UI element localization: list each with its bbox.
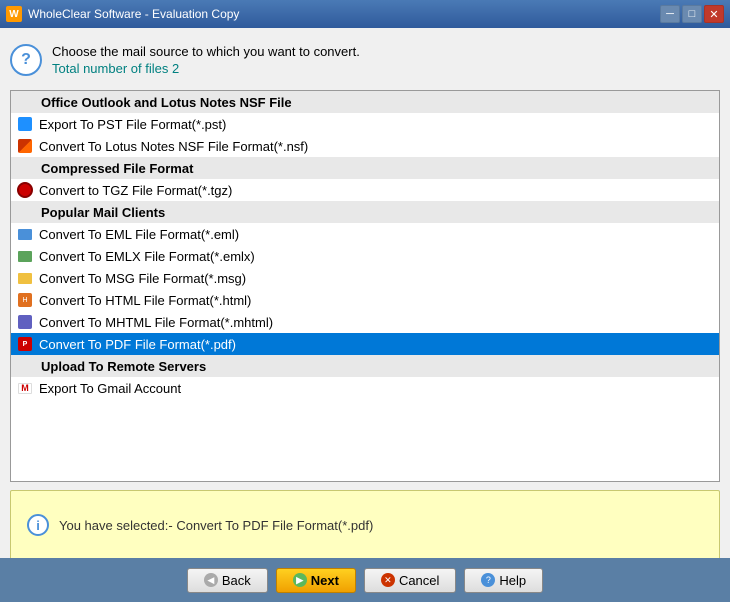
category-remote: Upload To Remote Servers bbox=[11, 355, 719, 377]
close-button[interactable]: ✕ bbox=[704, 5, 724, 23]
tgz-label: Convert to TGZ File Format(*.tgz) bbox=[39, 183, 232, 198]
category-remote-icon bbox=[19, 358, 35, 374]
eml-label: Convert To EML File Format(*.eml) bbox=[39, 227, 239, 242]
category-office: Office Outlook and Lotus Notes NSF File bbox=[11, 91, 719, 113]
back-button[interactable]: ◀ Back bbox=[187, 568, 268, 593]
list-item-pst[interactable]: Export To PST File Format(*.pst) bbox=[11, 113, 719, 135]
gmail-icon: M bbox=[17, 380, 33, 396]
header-info-icon: ? bbox=[10, 44, 42, 76]
header-text: Choose the mail source to which you want… bbox=[52, 44, 360, 76]
list-item-eml[interactable]: Convert To EML File Format(*.eml) bbox=[11, 223, 719, 245]
list-item-gmail[interactable]: M Export To Gmail Account bbox=[11, 377, 719, 399]
list-item-emlx[interactable]: Convert To EMLX File Format(*.emlx) bbox=[11, 245, 719, 267]
category-compressed-label: Compressed File Format bbox=[41, 161, 193, 176]
title-bar: W WholeClear Software - Evaluation Copy … bbox=[0, 0, 730, 28]
help-button[interactable]: ? Help bbox=[464, 568, 543, 593]
list-item-pdf[interactable]: P Convert To PDF File Format(*.pdf) bbox=[11, 333, 719, 355]
nsf-label: Convert To Lotus Notes NSF File Format(*… bbox=[39, 139, 308, 154]
help-label: Help bbox=[499, 573, 526, 588]
category-compressed: Compressed File Format bbox=[11, 157, 719, 179]
back-label: Back bbox=[222, 573, 251, 588]
list-item-mhtml[interactable]: Convert To MHTML File Format(*.mhtml) bbox=[11, 311, 719, 333]
button-bar: ◀ Back ▶ Next ✕ Cancel ? Help bbox=[0, 558, 730, 602]
header-main-text: Choose the mail source to which you want… bbox=[52, 44, 360, 59]
list-item-nsf[interactable]: Convert To Lotus Notes NSF File Format(*… bbox=[11, 135, 719, 157]
eml-icon bbox=[17, 226, 33, 242]
minimize-button[interactable]: ─ bbox=[660, 5, 680, 23]
emlx-label: Convert To EMLX File Format(*.emlx) bbox=[39, 249, 255, 264]
help-icon: ? bbox=[481, 573, 495, 587]
selection-info-box: i You have selected:- Convert To PDF Fil… bbox=[10, 490, 720, 560]
category-office-label: Office Outlook and Lotus Notes NSF File bbox=[41, 95, 292, 110]
tgz-icon bbox=[17, 182, 33, 198]
cancel-button[interactable]: ✕ Cancel bbox=[364, 568, 456, 593]
pst-icon bbox=[17, 116, 33, 132]
header-sub-text: Total number of files 2 bbox=[52, 61, 360, 76]
category-popular-icon bbox=[19, 204, 35, 220]
html-icon: H bbox=[17, 292, 33, 308]
pdf-label: Convert To PDF File Format(*.pdf) bbox=[39, 337, 236, 352]
format-list-container: Office Outlook and Lotus Notes NSF File … bbox=[10, 90, 720, 482]
pst-label: Export To PST File Format(*.pst) bbox=[39, 117, 226, 132]
category-office-icon bbox=[19, 94, 35, 110]
msg-icon bbox=[17, 270, 33, 286]
nsf-icon bbox=[17, 138, 33, 154]
list-item-html[interactable]: H Convert To HTML File Format(*.html) bbox=[11, 289, 719, 311]
cancel-icon: ✕ bbox=[381, 573, 395, 587]
selection-info-icon: i bbox=[27, 514, 49, 536]
back-icon: ◀ bbox=[204, 573, 218, 587]
list-item-msg[interactable]: Convert To MSG File Format(*.msg) bbox=[11, 267, 719, 289]
mhtml-icon bbox=[17, 314, 33, 330]
window-body: ? Choose the mail source to which you wa… bbox=[0, 28, 730, 602]
html-label: Convert To HTML File Format(*.html) bbox=[39, 293, 251, 308]
category-popular-label: Popular Mail Clients bbox=[41, 205, 165, 220]
window-controls[interactable]: ─ □ ✕ bbox=[660, 5, 724, 23]
maximize-button[interactable]: □ bbox=[682, 5, 702, 23]
app-icon: W bbox=[6, 6, 22, 22]
emlx-icon bbox=[17, 248, 33, 264]
category-popular: Popular Mail Clients bbox=[11, 201, 719, 223]
next-label: Next bbox=[311, 573, 339, 588]
gmail-label: Export To Gmail Account bbox=[39, 381, 181, 396]
window-title: WholeClear Software - Evaluation Copy bbox=[28, 7, 239, 21]
pdf-icon: P bbox=[17, 336, 33, 352]
title-bar-left: W WholeClear Software - Evaluation Copy bbox=[6, 6, 239, 22]
next-button[interactable]: ▶ Next bbox=[276, 568, 356, 593]
category-compressed-icon bbox=[19, 160, 35, 176]
list-item-tgz[interactable]: Convert to TGZ File Format(*.tgz) bbox=[11, 179, 719, 201]
next-icon: ▶ bbox=[293, 573, 307, 587]
cancel-label: Cancel bbox=[399, 573, 439, 588]
selection-text: You have selected:- Convert To PDF File … bbox=[59, 518, 373, 533]
mhtml-label: Convert To MHTML File Format(*.mhtml) bbox=[39, 315, 273, 330]
msg-label: Convert To MSG File Format(*.msg) bbox=[39, 271, 246, 286]
category-remote-label: Upload To Remote Servers bbox=[41, 359, 206, 374]
format-list-scroll[interactable]: Office Outlook and Lotus Notes NSF File … bbox=[11, 91, 719, 481]
header-section: ? Choose the mail source to which you wa… bbox=[10, 38, 720, 82]
